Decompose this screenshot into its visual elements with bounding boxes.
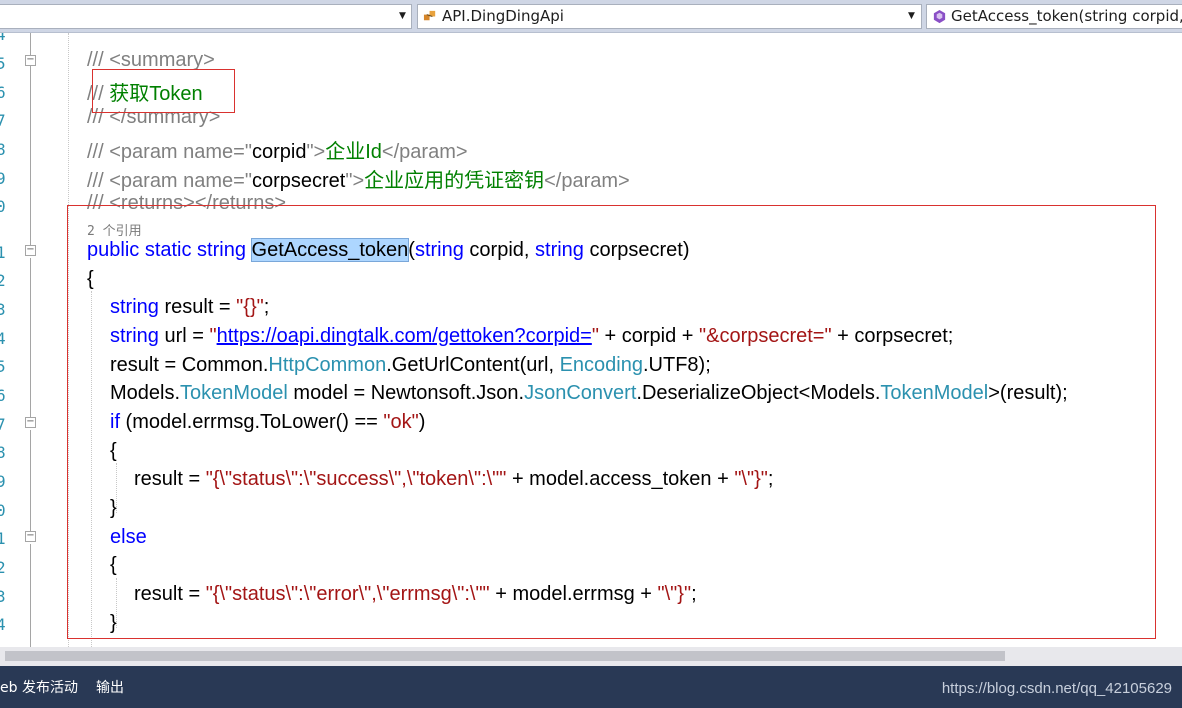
line-number: 7: [0, 415, 6, 434]
code-line: /// <param name="corpid">企业Id</param>: [87, 135, 468, 164]
line-number: 2: [0, 271, 6, 290]
param-description: 企业应用的凭证密钥: [364, 170, 545, 192]
tab-output[interactable]: 输出: [96, 677, 124, 697]
doc-tag: ">: [306, 141, 326, 163]
line-number: 0: [0, 197, 6, 216]
line-number-margin: 4 5 6 7 8 9 0 1 2 3 4 5 6 7 8 9 0 1 2 3 …: [0, 33, 8, 647]
line-number: 9: [0, 169, 6, 188]
line-number: 6: [0, 386, 6, 405]
doc-tag: </param>: [381, 141, 468, 163]
doc-tag: /// <param name=": [87, 141, 252, 163]
doc-tag: ">: [345, 170, 365, 192]
line-number: 1: [0, 529, 6, 548]
scrollbar-thumb[interactable]: [5, 651, 1005, 661]
line-number: 2: [0, 558, 6, 577]
collapse-icon[interactable]: −: [25, 245, 36, 256]
outline-line: [30, 68, 31, 246]
type-combo[interactable]: API.DingDingApi ▼: [417, 4, 922, 29]
param-name: corpsecret: [251, 170, 346, 192]
chevron-down-icon[interactable]: ▼: [908, 5, 915, 28]
outline-line: [30, 430, 31, 532]
param-name: corpid: [251, 141, 307, 163]
annotation-box-method: [67, 205, 1156, 639]
line-number: 3: [0, 587, 6, 606]
outline-line: [30, 544, 31, 647]
member-combo-label: GetAccess_token(string corpid,: [951, 7, 1182, 25]
line-number: 5: [0, 54, 6, 73]
annotation-box-summary: [92, 69, 235, 113]
code-line: /// <param name="corpsecret">企业应用的凭证密钥</…: [87, 164, 630, 193]
doc-tag: /// <param name=": [87, 170, 252, 192]
type-combo-label: API.DingDingApi: [442, 7, 564, 25]
collapse-icon[interactable]: −: [25, 531, 36, 542]
member-combo[interactable]: GetAccess_token(string corpid,: [926, 4, 1182, 29]
line-number: 3: [0, 300, 6, 319]
outline-line: [30, 258, 31, 418]
tool-window-tabs: eb 发布活动 输出 https://blog.csdn.net/qq_4210…: [0, 666, 1182, 708]
line-number: 1: [0, 243, 6, 262]
code-editor[interactable]: 4 5 6 7 8 9 0 1 2 3 4 5 6 7 8 9 0 1 2 3 …: [0, 33, 1182, 647]
line-number: 8: [0, 140, 6, 159]
line-number: 6: [0, 83, 6, 102]
line-number: 7: [0, 111, 6, 130]
collapse-icon[interactable]: −: [25, 55, 36, 66]
tab-web-publish-activity[interactable]: eb 发布活动: [0, 677, 78, 697]
line-number: 4: [0, 33, 6, 44]
line-number: 9: [0, 472, 6, 491]
collapse-icon[interactable]: −: [25, 417, 36, 428]
param-description: 企业Id: [325, 141, 382, 163]
class-icon: [423, 10, 436, 21]
method-icon: [933, 9, 946, 24]
doc-tag: </param>: [544, 170, 630, 192]
line-number: 5: [0, 357, 6, 376]
line-number: 4: [0, 615, 6, 634]
watermark-text: https://blog.csdn.net/qq_42105629: [941, 680, 1172, 697]
project-combo[interactable]: ▼: [0, 4, 412, 29]
line-number: 8: [0, 443, 6, 462]
line-number: 4: [0, 329, 6, 348]
editor-navigation-bar: ▼ API.DingDingApi ▼ GetAccess_token(stri…: [0, 0, 1182, 33]
line-number: 0: [0, 501, 6, 520]
horizontal-scrollbar[interactable]: [0, 647, 1182, 666]
chevron-down-icon[interactable]: ▼: [399, 5, 406, 28]
